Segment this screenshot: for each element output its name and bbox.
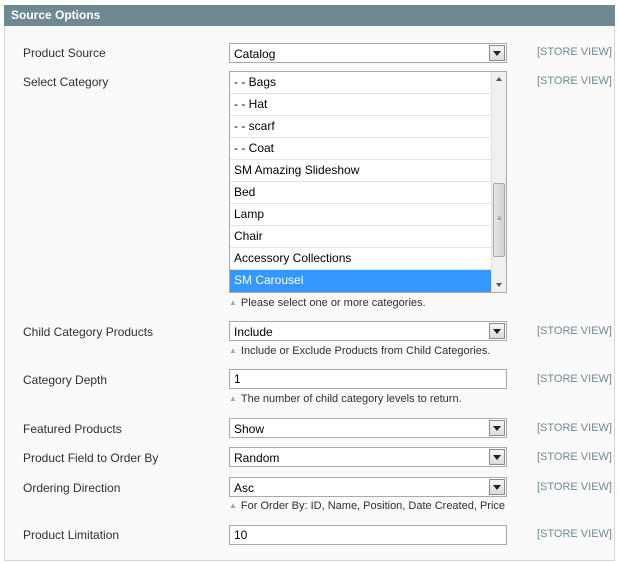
chevron-down-icon[interactable]: [489, 45, 505, 61]
child-category-scope: [STORE VIEW]: [537, 325, 612, 337]
product-limitation-input[interactable]: [229, 525, 507, 545]
scroll-up-icon[interactable]: [492, 72, 506, 86]
child-category-select[interactable]: Include: [229, 321, 507, 341]
category-depth-input[interactable]: [229, 369, 507, 389]
featured-products-label: Featured Products: [23, 422, 122, 436]
order-field-label: Product Field to Order By: [23, 451, 159, 465]
category-depth-scope: [STORE VIEW]: [537, 373, 612, 385]
category-option[interactable]: SM Amazing Slideshow: [230, 160, 491, 182]
category-option[interactable]: - - Hat: [230, 94, 491, 116]
category-option[interactable]: Accessory Collections: [230, 248, 491, 270]
section-header[interactable]: Source Options: [4, 5, 615, 26]
chevron-down-icon[interactable]: [489, 323, 505, 339]
order-field-select[interactable]: Random: [229, 447, 507, 467]
scroll-thumb[interactable]: ≡: [493, 183, 505, 257]
category-multiselect[interactable]: - - Bags - - Hat - - scarf - - Coat SM A…: [229, 71, 507, 293]
select-category-scope: [STORE VIEW]: [537, 75, 612, 87]
chevron-down-icon[interactable]: [489, 420, 505, 436]
grip-icon: ≡: [497, 214, 502, 223]
category-option[interactable]: Chair: [230, 226, 491, 248]
triangle-up-icon: ▲: [229, 501, 237, 510]
order-field-scope: [STORE VIEW]: [537, 451, 612, 463]
select-category-note: ▲ Please select one or more categories.: [229, 297, 426, 309]
triangle-up-icon: ▲: [229, 346, 237, 355]
triangle-up-icon: ▲: [229, 394, 237, 403]
product-source-scope: [STORE VIEW]: [537, 46, 612, 58]
featured-products-select[interactable]: Show: [229, 418, 507, 438]
product-source-label: Product Source: [23, 46, 106, 60]
select-category-note-text: Please select one or more categories.: [240, 297, 426, 309]
child-category-note-text: Include or Exclude Products from Child C…: [240, 345, 491, 357]
product-limitation-label: Product Limitation: [23, 528, 120, 542]
category-depth-label: Category Depth: [23, 373, 108, 387]
category-option-selected[interactable]: SM Carousel: [230, 270, 491, 292]
child-category-note: ▲ Include or Exclude Products from Child …: [229, 345, 490, 357]
chevron-down-icon[interactable]: [489, 479, 505, 495]
scroll-down-icon[interactable]: [492, 278, 506, 292]
triangle-up-icon: ▲: [229, 298, 237, 307]
ordering-direction-note: ▲ For Order By: ID, Name, Position, Date …: [229, 500, 505, 512]
category-option[interactable]: - - Bags: [230, 72, 491, 94]
category-option[interactable]: Bed: [230, 182, 491, 204]
category-option[interactable]: - - Coat: [230, 138, 491, 160]
category-option[interactable]: - - scarf: [230, 116, 491, 138]
featured-products-value: Show: [234, 422, 265, 436]
ordering-direction-scope: [STORE VIEW]: [537, 481, 612, 493]
ordering-direction-value: Asc: [234, 481, 255, 495]
category-depth-note: ▲ The number of child category levels to …: [229, 393, 462, 405]
ordering-direction-note-text: For Order By: ID, Name, Position, Date C…: [240, 500, 506, 512]
chevron-down-icon[interactable]: [489, 449, 505, 465]
product-limitation-scope: [STORE VIEW]: [537, 528, 612, 540]
section-title: Source Options: [11, 8, 101, 22]
ordering-direction-select[interactable]: Asc: [229, 477, 507, 497]
child-category-label: Child Category Products: [23, 325, 154, 339]
category-option[interactable]: Lamp: [230, 204, 491, 226]
category-scrollbar[interactable]: ≡: [491, 72, 506, 292]
order-field-value: Random: [234, 451, 280, 465]
product-source-value: Catalog: [234, 47, 276, 61]
child-category-value: Include: [234, 325, 273, 339]
ordering-direction-label: Ordering Direction: [23, 481, 121, 495]
category-depth-note-text: The number of child category levels to r…: [240, 393, 462, 405]
featured-products-scope: [STORE VIEW]: [537, 422, 612, 434]
select-category-label: Select Category: [23, 75, 109, 89]
product-source-select[interactable]: Catalog: [229, 43, 507, 63]
